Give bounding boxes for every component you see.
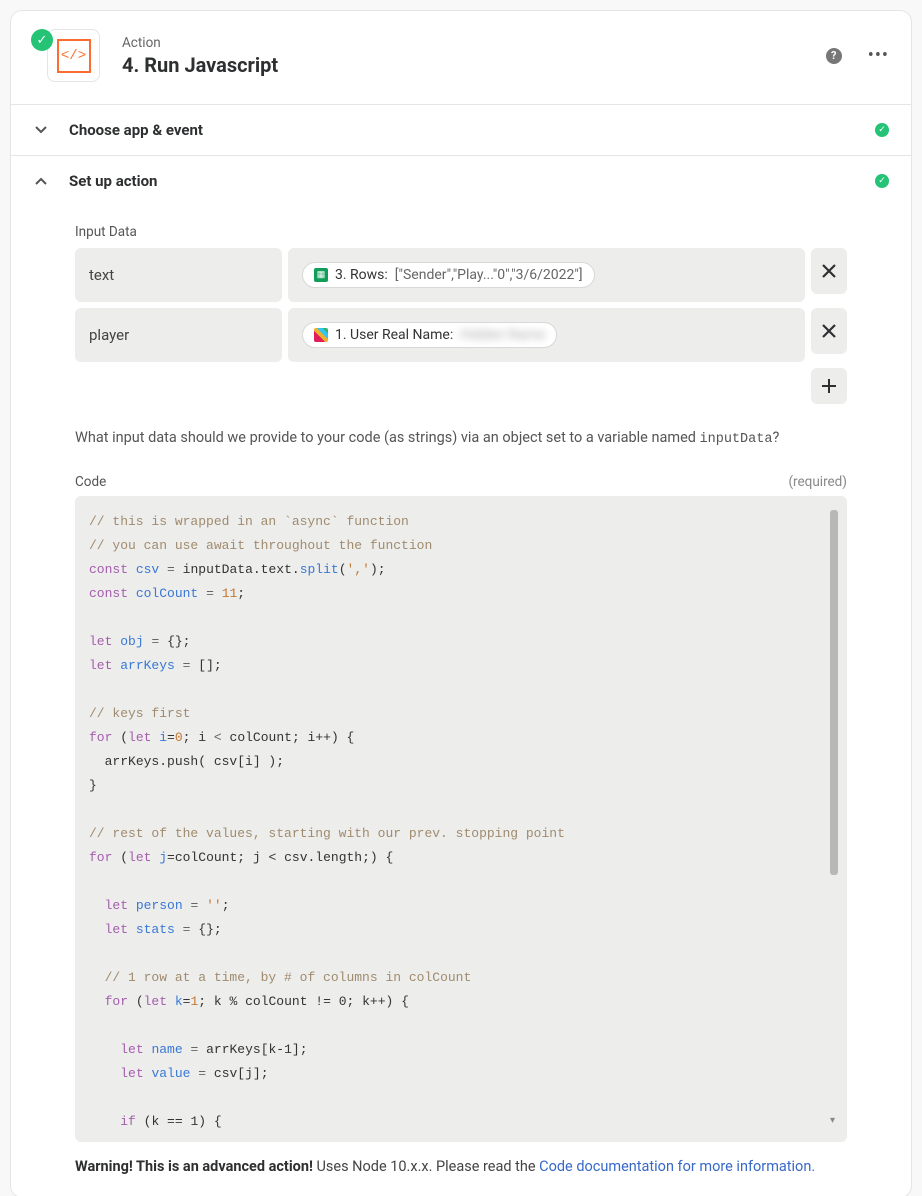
input-value-player[interactable]: 1. User Real Name: Hidden Name — [288, 308, 805, 362]
scroll-thumb[interactable] — [830, 510, 838, 875]
section-choose-app[interactable]: Choose app & event ✓ — [11, 105, 911, 156]
code-content[interactable]: // this is wrapped in an `async` functio… — [89, 510, 827, 1128]
section-setup-action[interactable]: Set up action ✓ — [11, 156, 911, 206]
action-card: ✓ </> Action 4. Run Javascript ? ••• Cho… — [10, 10, 912, 1196]
sheets-icon: ▦ — [314, 268, 328, 282]
code-app-icon: </> — [57, 39, 91, 73]
header-subtitle: Action — [122, 35, 826, 51]
slack-icon — [314, 328, 328, 342]
pill-value-redacted: Hidden Name — [460, 327, 545, 343]
more-menu-icon[interactable]: ••• — [868, 45, 889, 66]
section-setup-body: Input Data text ▦ 3. Rows: ["Sender","Pl… — [11, 206, 911, 1196]
input-row-player: player 1. User Real Name: Hidden Name — [75, 308, 847, 362]
code-editor[interactable]: // this is wrapped in an `async` functio… — [75, 496, 847, 1142]
section-setup-title: Set up action — [69, 172, 875, 190]
header-titles: Action 4. Run Javascript — [122, 35, 826, 77]
input-data-help-text: What input data should we provide to you… — [75, 428, 847, 450]
chevron-down-icon — [33, 125, 49, 135]
remove-row-button[interactable] — [811, 308, 847, 354]
pill-prefix: 1. User Real Name: — [335, 327, 453, 343]
code-scrollbar[interactable]: ▾ — [827, 510, 841, 1128]
scroll-down-icon[interactable]: ▾ — [830, 1115, 835, 1126]
chevron-up-icon — [33, 176, 49, 186]
input-value-text[interactable]: ▦ 3. Rows: ["Sender","Play..."0","3/6/20… — [288, 248, 805, 302]
pill-value: ["Sender","Play..."0","3/6/2022"] — [395, 267, 583, 283]
card-header: ✓ </> Action 4. Run Javascript ? ••• — [11, 11, 911, 105]
warning-body: Uses Node 10.x.x. Please read the — [313, 1158, 539, 1175]
add-row-container — [75, 368, 847, 404]
code-label: Code — [75, 474, 106, 490]
section-choose-title: Choose app & event — [69, 121, 875, 139]
pill-prefix: 3. Rows: — [335, 267, 388, 283]
help-icon[interactable]: ? — [826, 48, 842, 64]
section-complete-icon: ✓ — [875, 174, 889, 188]
pill-slack[interactable]: 1. User Real Name: Hidden Name — [302, 322, 557, 348]
warning-strong: Warning! This is an advanced action! — [75, 1158, 313, 1175]
pill-sheets[interactable]: ▦ 3. Rows: ["Sender","Play..."0","3/6/20… — [302, 262, 595, 288]
add-row-button[interactable] — [811, 368, 847, 404]
input-row-text: text ▦ 3. Rows: ["Sender","Play..."0","3… — [75, 248, 847, 302]
required-label: (required) — [788, 474, 847, 490]
app-icon-container: </> — [47, 29, 100, 82]
status-check-icon: ✓ — [31, 29, 53, 51]
input-data-label: Input Data — [75, 224, 847, 240]
code-header: Code (required) — [75, 474, 847, 490]
warning-text: Warning! This is an advanced action! Use… — [75, 1156, 847, 1177]
section-complete-icon: ✓ — [875, 123, 889, 137]
code-docs-link[interactable]: Code documentation for more information. — [539, 1158, 815, 1175]
header-actions: ? ••• — [826, 45, 889, 66]
header-title: 4. Run Javascript — [122, 53, 826, 77]
remove-row-button[interactable] — [811, 248, 847, 294]
input-key-player[interactable]: player — [75, 308, 282, 362]
input-key-text[interactable]: text — [75, 248, 282, 302]
